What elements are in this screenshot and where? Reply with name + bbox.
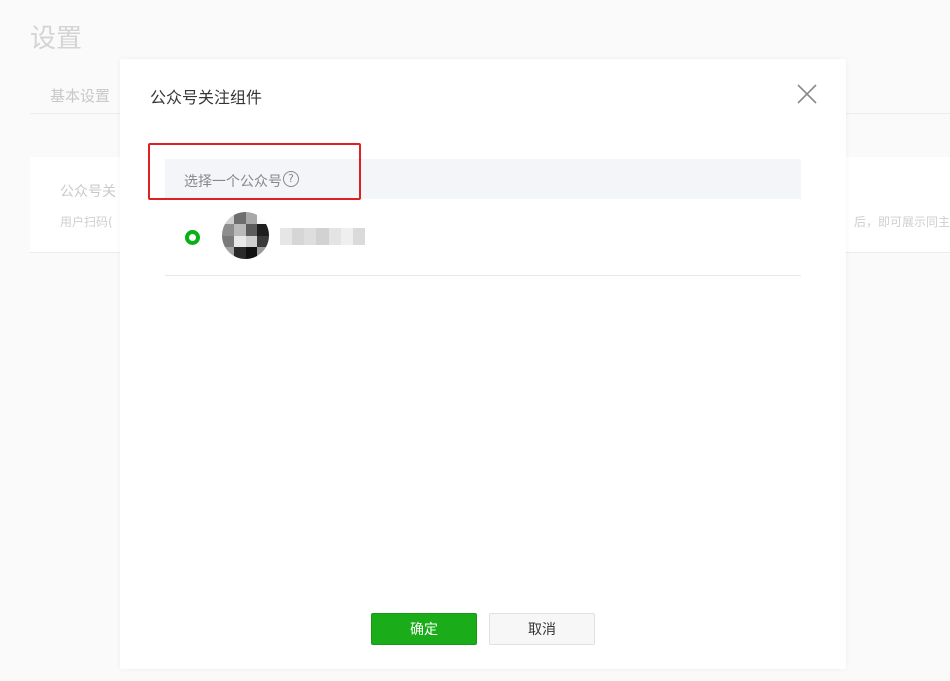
highlight-annotation-box (148, 143, 361, 200)
setting-card-description-tail: 后，即可展示同主 (853, 215, 950, 229)
avatar (222, 212, 269, 259)
close-icon (797, 84, 817, 104)
confirm-button[interactable]: 确定 (371, 613, 477, 645)
setting-card-description: 用户扫码( (60, 215, 113, 229)
account-radio-selected[interactable] (185, 230, 200, 245)
account-list-item[interactable] (165, 199, 801, 276)
follow-component-dialog: 公众号关注组件 选择一个公众号 ? 确定 取消 (120, 59, 846, 669)
cancel-button[interactable]: 取消 (489, 613, 595, 645)
page-title: 设置 (30, 24, 83, 54)
setting-card-title: 公众号关 (60, 184, 116, 200)
dialog-title: 公众号关注组件 (150, 88, 263, 107)
close-button[interactable] (795, 82, 819, 106)
tab-basic-settings[interactable]: 基本设置 (50, 85, 110, 106)
account-name-blurred (280, 228, 365, 245)
